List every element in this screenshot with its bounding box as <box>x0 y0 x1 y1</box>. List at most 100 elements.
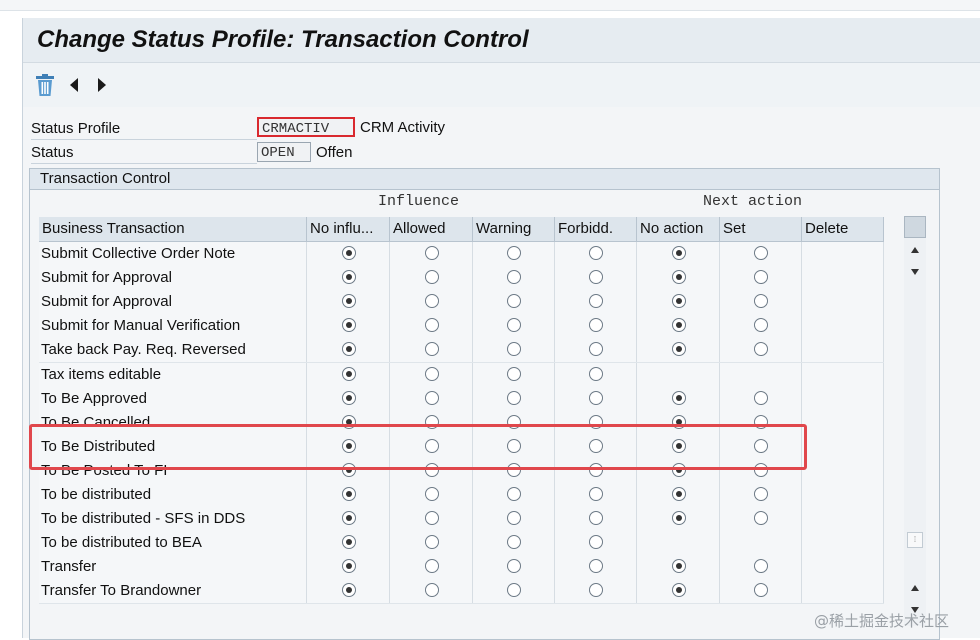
radio-no-action[interactable] <box>671 246 686 260</box>
radio-no-influence[interactable] <box>341 366 356 381</box>
radio-warning[interactable] <box>507 366 521 381</box>
radio-forbidden[interactable] <box>589 559 603 574</box>
radio-no-influence[interactable] <box>341 559 356 574</box>
radio-allowed[interactable] <box>424 294 439 309</box>
radio-set[interactable] <box>754 294 768 309</box>
radio-no-action[interactable] <box>671 390 686 405</box>
radio-set[interactable] <box>754 246 768 260</box>
radio-no-action[interactable] <box>671 583 686 598</box>
scroll-down-button[interactable] <box>904 262 926 282</box>
status-row: Status <box>31 142 261 164</box>
radio-allowed[interactable] <box>424 318 439 333</box>
column-header-forbidden[interactable]: Forbidd. <box>555 217 637 241</box>
radio-allowed[interactable] <box>424 390 439 405</box>
radio-forbidden[interactable] <box>589 366 603 381</box>
radio-no-influence[interactable] <box>341 487 356 501</box>
radio-forbidden[interactable] <box>589 535 603 550</box>
radio-allowed[interactable] <box>424 535 439 550</box>
radio-allowed[interactable] <box>424 366 439 381</box>
radio-no-influence[interactable] <box>341 535 356 550</box>
radio-forbidden[interactable] <box>589 487 603 501</box>
radio-set[interactable] <box>754 390 768 405</box>
radio-allowed[interactable] <box>424 583 439 598</box>
radio-no-influence[interactable] <box>341 294 356 309</box>
radio-no-influence[interactable] <box>341 318 356 333</box>
radio-warning[interactable] <box>507 342 521 357</box>
column-settings-button[interactable] <box>904 216 926 238</box>
radio-allowed[interactable] <box>424 487 439 501</box>
radio-no-influence[interactable] <box>341 246 356 260</box>
radio-forbidden[interactable] <box>589 390 603 405</box>
vertical-scrollbar[interactable]: ⁞ <box>904 216 926 626</box>
radio-no-action[interactable] <box>671 294 686 309</box>
scroll-up-button[interactable] <box>904 578 926 598</box>
delete-button[interactable] <box>32 71 58 99</box>
radio-warning[interactable] <box>507 487 521 501</box>
radio-no-action[interactable] <box>671 559 686 574</box>
status-profile-field[interactable]: CRMACTIV <box>257 117 355 137</box>
radio-warning[interactable] <box>507 535 521 550</box>
radio-warning[interactable] <box>507 559 521 574</box>
radio-warning[interactable] <box>507 270 521 285</box>
radio-set[interactable] <box>754 583 768 598</box>
radio-set[interactable] <box>754 318 768 333</box>
previous-button[interactable] <box>61 71 87 99</box>
column-header-no-influence[interactable]: No influ... <box>307 217 390 241</box>
radio-no-influence[interactable] <box>341 583 356 598</box>
column-header-delete[interactable]: Delete <box>802 217 884 241</box>
radio-no-influence[interactable] <box>341 511 356 526</box>
radio-allowed[interactable] <box>424 270 439 285</box>
column-header-no-action[interactable]: No action <box>637 217 720 241</box>
radio-forbidden[interactable] <box>589 342 603 357</box>
radio-allowed[interactable] <box>424 342 439 357</box>
radio-forbidden[interactable] <box>589 270 603 285</box>
radio-allowed[interactable] <box>424 246 439 260</box>
cell-no-influence <box>307 362 390 387</box>
column-header-allowed[interactable]: Allowed <box>390 217 473 241</box>
radio-allowed[interactable] <box>424 559 439 574</box>
radio-warning[interactable] <box>507 318 521 333</box>
radio-forbidden[interactable] <box>589 511 603 526</box>
radio-no-action[interactable] <box>671 270 686 285</box>
radio-no-action[interactable] <box>671 511 686 526</box>
radio-allowed[interactable] <box>424 511 439 526</box>
cell-warning <box>473 386 555 411</box>
radio-no-influence[interactable] <box>341 270 356 285</box>
radio-warning[interactable] <box>507 246 521 260</box>
radio-set[interactable] <box>754 342 768 357</box>
next-button[interactable] <box>89 71 115 99</box>
status-profile-label: Status Profile <box>31 120 121 137</box>
column-header-set[interactable]: Set <box>720 217 802 241</box>
radio-forbidden[interactable] <box>589 318 603 333</box>
radio-set[interactable] <box>754 511 768 526</box>
radio-forbidden[interactable] <box>589 294 603 309</box>
radio-warning[interactable] <box>507 583 521 598</box>
scroll-page-up-button[interactable] <box>904 240 926 260</box>
column-header-business-transaction[interactable]: Business Transaction <box>39 217 307 241</box>
cell-no-influence <box>307 507 390 532</box>
status-field[interactable]: OPEN <box>257 142 311 162</box>
radio-forbidden[interactable] <box>589 246 603 260</box>
cell-no-action <box>637 290 720 315</box>
radio-set[interactable] <box>754 487 768 501</box>
cell-forbidden <box>555 531 637 556</box>
radio-set[interactable] <box>754 270 768 285</box>
radio-no-influence[interactable] <box>341 390 356 405</box>
radio-no-action[interactable] <box>671 318 686 333</box>
radio-no-action[interactable] <box>671 487 686 501</box>
radio-no-influence[interactable] <box>341 342 356 357</box>
radio-no-action[interactable] <box>671 342 686 357</box>
radio-warning[interactable] <box>507 294 521 309</box>
scroll-thumb[interactable]: ⁞ <box>907 532 923 548</box>
table-row: Take back Pay. Req. Reversed <box>39 338 884 364</box>
table-row: To be distributed to BEA <box>39 531 884 557</box>
radio-set[interactable] <box>754 559 768 574</box>
cell-delete <box>802 242 884 266</box>
column-header-warning[interactable]: Warning <box>473 217 555 241</box>
cell-warning <box>473 290 555 315</box>
cell-set <box>720 362 802 387</box>
radio-warning[interactable] <box>507 511 521 526</box>
radio-forbidden[interactable] <box>589 583 603 598</box>
triangle-right-icon <box>98 78 106 92</box>
radio-warning[interactable] <box>507 390 521 405</box>
